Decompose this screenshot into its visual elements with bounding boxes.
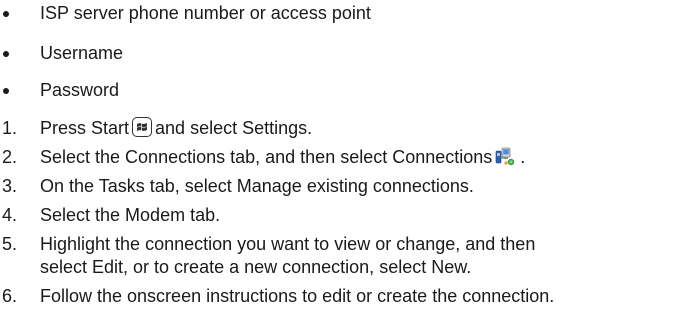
bullet-marker bbox=[3, 51, 9, 57]
bullet-marker bbox=[3, 88, 9, 94]
step-text: Select the Modem tab. bbox=[40, 205, 221, 225]
step-text: Select the Connections tab, and then sel… bbox=[40, 146, 525, 168]
step-number: 4. bbox=[2, 205, 18, 225]
instruction-document: ISP server phone number or access point … bbox=[0, 0, 698, 318]
step-text: Follow the onscreen instructions to edit… bbox=[40, 286, 555, 306]
step-text-line-2: select Edit, or to create a new connecti… bbox=[40, 257, 472, 277]
step-number: 6. bbox=[2, 286, 18, 306]
step-text-after: . bbox=[520, 147, 526, 167]
step-text-line-1: Highlight the connection you want to vie… bbox=[40, 234, 536, 254]
step-number: 3. bbox=[2, 176, 18, 196]
bullet-marker bbox=[3, 11, 9, 17]
step-number: 1. bbox=[2, 118, 18, 138]
bullet-text: ISP server phone number or access point bbox=[40, 3, 371, 23]
connections-icon bbox=[495, 146, 517, 166]
bullet-text: Password bbox=[40, 80, 120, 100]
step-text-before: Select the Connections tab, and then sel… bbox=[40, 147, 493, 167]
step-number: 5. bbox=[2, 234, 18, 254]
step-text-after: and select Settings. bbox=[155, 118, 313, 138]
step-text: On the Tasks tab, select Manage existing… bbox=[40, 176, 474, 196]
windows-start-icon bbox=[132, 117, 153, 138]
step-number: 2. bbox=[2, 147, 18, 167]
bullet-text: Username bbox=[40, 43, 124, 63]
step-text-before: Press Start bbox=[40, 118, 130, 138]
step-text: Press Start and select Settings. bbox=[40, 117, 312, 139]
